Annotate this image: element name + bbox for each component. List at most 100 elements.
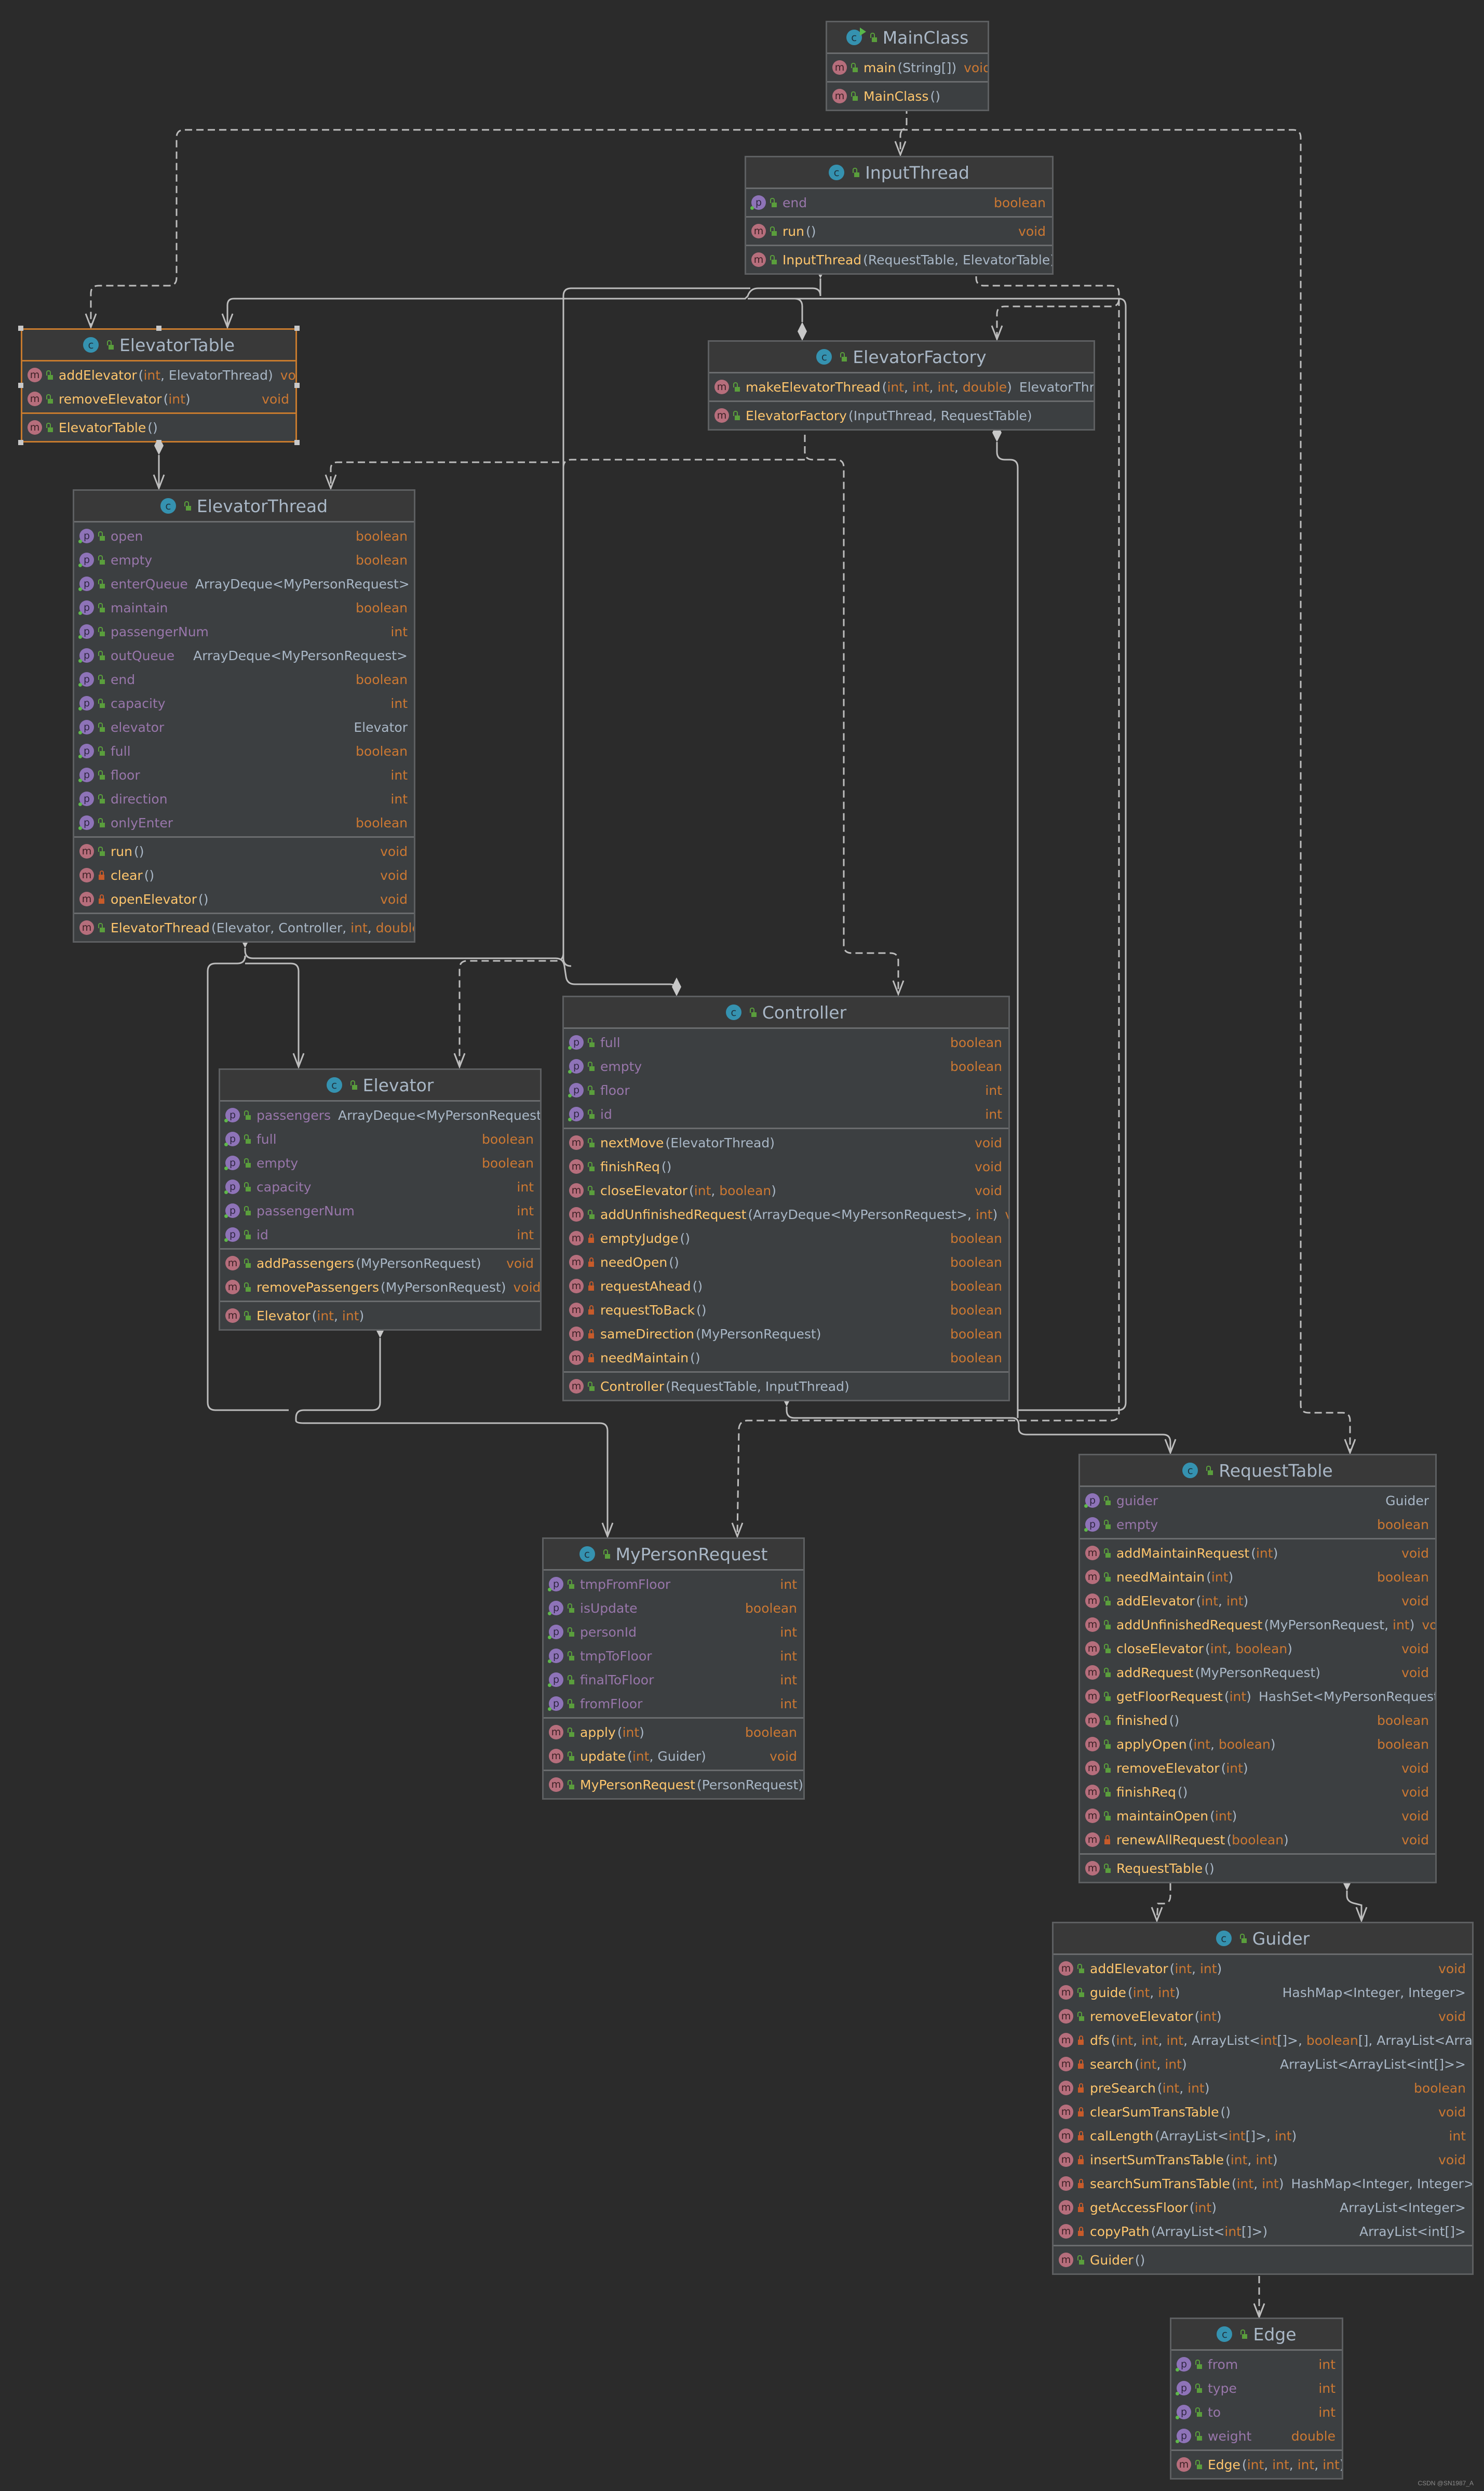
- method-row[interactable]: m dfs (int, int, int, ArrayList<int[]>, bo…: [1054, 2028, 1472, 2052]
- field-row[interactable]: p guider Guider: [1080, 1489, 1435, 1512]
- class-box-edge[interactable]: c Edge p from int p type int p to int p weight double…: [1170, 2318, 1343, 2480]
- method-row[interactable]: m applyOpen (int, boolean) boolean: [1080, 1732, 1435, 1756]
- class-header[interactable]: c ElevatorFactory: [709, 342, 1094, 373]
- method-row[interactable]: m searchSumTransTable (int, int) HashMap<In…: [1054, 2172, 1472, 2195]
- field-row[interactable]: p outQueue ArrayDeque<MyPersonRequest>: [74, 644, 414, 667]
- class-header[interactable]: c Controller: [564, 997, 1008, 1029]
- method-row[interactable]: m nextMove (ElevatorThread) void: [564, 1131, 1008, 1155]
- class-header[interactable]: c MyPersonRequest: [544, 1539, 803, 1571]
- class-box-elevatorthread[interactable]: c ElevatorThread p open boolean p empty boolean…: [73, 489, 415, 943]
- method-row[interactable]: m requestToBack() boolean: [564, 1298, 1008, 1322]
- class-header[interactable]: c InputThread: [746, 157, 1052, 189]
- method-row[interactable]: m addUnfinishedRequest (ArrayDeque<MyPerso…: [564, 1202, 1008, 1226]
- field-row[interactable]: p empty boolean: [74, 548, 414, 572]
- field-row[interactable]: p to int: [1171, 2400, 1342, 2424]
- constructor-row[interactable]: m Controller (RequestTable, InputThread): [564, 1374, 1008, 1398]
- method-row[interactable]: m getFloorRequest (int) HashSet<MyPersonReq…: [1080, 1684, 1435, 1708]
- constructor-row[interactable]: m MainClass(): [827, 84, 988, 108]
- method-row[interactable]: m run() void: [746, 219, 1052, 243]
- field-row[interactable]: p empty boolean: [1080, 1512, 1435, 1536]
- method-row[interactable]: m finishReq() void: [1080, 1780, 1435, 1804]
- method-row[interactable]: m addElevator(int, ElevatorThread) void: [22, 363, 295, 387]
- class-box-elevator[interactable]: c Elevator p passengers ArrayDeque<MyPersonR…: [219, 1068, 542, 1331]
- method-row[interactable]: m requestAhead() boolean: [564, 1274, 1008, 1298]
- field-row[interactable]: p full boolean: [564, 1030, 1008, 1054]
- constructor-row[interactable]: m ElevatorTable(): [22, 416, 295, 439]
- field-row[interactable]: p isUpdate boolean: [544, 1596, 803, 1620]
- method-row[interactable]: m update (int, Guider) void: [544, 1744, 803, 1768]
- method-row[interactable]: m needMaintain() boolean: [564, 1346, 1008, 1370]
- class-box-inputthread[interactable]: c InputThread p end boolean m run() void m InputT…: [745, 156, 1054, 275]
- method-row[interactable]: m needOpen() boolean: [564, 1250, 1008, 1274]
- class-header[interactable]: c ElevatorThread: [74, 491, 414, 523]
- field-row[interactable]: p personId int: [544, 1620, 803, 1644]
- class-header[interactable]: c MainClass: [827, 22, 988, 54]
- selection-handle[interactable]: [18, 326, 23, 331]
- field-row[interactable]: p passengerNum int: [220, 1199, 540, 1223]
- selection-handle[interactable]: [18, 383, 23, 388]
- selection-handle[interactable]: [294, 383, 300, 388]
- method-row[interactable]: m addElevator (int, int) void: [1054, 1957, 1472, 1980]
- method-row[interactable]: m maintainOpen (int) void: [1080, 1804, 1435, 1828]
- field-row[interactable]: p tmpFromFloor int: [544, 1572, 803, 1596]
- field-row[interactable]: p elevator Elevator: [74, 715, 414, 739]
- field-row[interactable]: p empty boolean: [564, 1054, 1008, 1078]
- field-row[interactable]: p full boolean: [74, 739, 414, 763]
- constructor-row[interactable]: m RequestTable(): [1080, 1856, 1435, 1880]
- field-row[interactable]: p enterQueue ArrayDeque<MyPersonRequest>: [74, 572, 414, 596]
- field-row[interactable]: p weight double: [1171, 2424, 1342, 2448]
- method-row[interactable]: m clearSumTransTable() void: [1054, 2100, 1472, 2124]
- field-row[interactable]: p floor int: [564, 1078, 1008, 1102]
- field-row[interactable]: p onlyEnter boolean: [74, 811, 414, 835]
- field-row[interactable]: p id int: [564, 1102, 1008, 1126]
- constructor-row[interactable]: m ElevatorThread (Elevator, Controller, in…: [74, 916, 414, 940]
- method-row[interactable]: m makeElevatorThread (int, int, int, doubl…: [709, 375, 1094, 399]
- field-row[interactable]: p full boolean: [220, 1127, 540, 1151]
- class-box-mypersonrequest[interactable]: c MyPersonRequest p tmpFromFloor int p isUpdat…: [542, 1537, 805, 1800]
- method-row[interactable]: m sameDirection (MyPersonRequest) boolean: [564, 1322, 1008, 1346]
- field-row[interactable]: p finalToFloor int: [544, 1668, 803, 1692]
- field-row[interactable]: p empty boolean: [220, 1151, 540, 1175]
- field-row[interactable]: p end boolean: [746, 191, 1052, 215]
- class-header[interactable]: c ElevatorTable: [22, 330, 295, 361]
- field-row[interactable]: p tmpToFloor int: [544, 1644, 803, 1668]
- method-row[interactable]: m removeElevator (int) void: [1080, 1756, 1435, 1780]
- method-row[interactable]: m renewAllRequest (boolean) void: [1080, 1828, 1435, 1852]
- method-row[interactable]: m copyPath (ArrayList<int[]>) ArrayList<int…: [1054, 2219, 1472, 2243]
- class-box-elevatorfactory[interactable]: c ElevatorFactory m makeElevatorThread (int,…: [708, 340, 1095, 431]
- constructor-row[interactable]: m Elevator (int, int): [220, 1304, 540, 1328]
- field-row[interactable]: p maintain boolean: [74, 596, 414, 620]
- method-row[interactable]: m addPassengers (MyPersonRequest) void: [220, 1251, 540, 1275]
- method-row[interactable]: m apply (int) boolean: [544, 1720, 803, 1744]
- method-row[interactable]: m removeElevator (int) void: [22, 387, 295, 411]
- constructor-row[interactable]: m Guider(): [1054, 2248, 1472, 2272]
- class-box-controller[interactable]: c Controller p full boolean p empty boolean p flo…: [562, 996, 1010, 1401]
- method-row[interactable]: m insertSumTransTable (int, int) void: [1054, 2148, 1472, 2172]
- class-header[interactable]: c RequestTable: [1080, 1455, 1435, 1487]
- field-row[interactable]: p end boolean: [74, 667, 414, 691]
- field-row[interactable]: p floor int: [74, 763, 414, 787]
- method-row[interactable]: m openElevator() void: [74, 887, 414, 911]
- selection-handle[interactable]: [18, 440, 23, 445]
- field-row[interactable]: p id int: [220, 1223, 540, 1247]
- class-box-mainclass[interactable]: c MainClass m main (String[]) void m MainClass(…: [826, 21, 989, 111]
- field-row[interactable]: p type int: [1171, 2376, 1342, 2400]
- field-row[interactable]: p capacity int: [220, 1175, 540, 1199]
- method-row[interactable]: m finished() boolean: [1080, 1708, 1435, 1732]
- selection-handle[interactable]: [156, 326, 161, 331]
- method-row[interactable]: m guide (int, int) HashMap<Integer, Integer…: [1054, 1980, 1472, 2004]
- method-row[interactable]: m closeElevator (int, boolean) void: [564, 1178, 1008, 1202]
- field-row[interactable]: p open boolean: [74, 524, 414, 548]
- method-row[interactable]: m run() void: [74, 839, 414, 863]
- field-row[interactable]: p from int: [1171, 2352, 1342, 2376]
- field-row[interactable]: p capacity int: [74, 691, 414, 715]
- method-row[interactable]: m finishReq() void: [564, 1155, 1008, 1178]
- constructor-row[interactable]: m InputThread (RequestTable, ElevatorTable…: [746, 248, 1052, 272]
- constructor-row[interactable]: m ElevatorFactory (InputThread, RequestTab…: [709, 404, 1094, 427]
- method-row[interactable]: m addRequest (MyPersonRequest) void: [1080, 1660, 1435, 1684]
- field-row[interactable]: p direction int: [74, 787, 414, 811]
- method-row[interactable]: m addElevator (int, int) void: [1080, 1589, 1435, 1613]
- method-row[interactable]: m closeElevator (int, boolean) void: [1080, 1637, 1435, 1660]
- selection-handle[interactable]: [156, 440, 161, 445]
- method-row[interactable]: m needMaintain (int) boolean: [1080, 1565, 1435, 1589]
